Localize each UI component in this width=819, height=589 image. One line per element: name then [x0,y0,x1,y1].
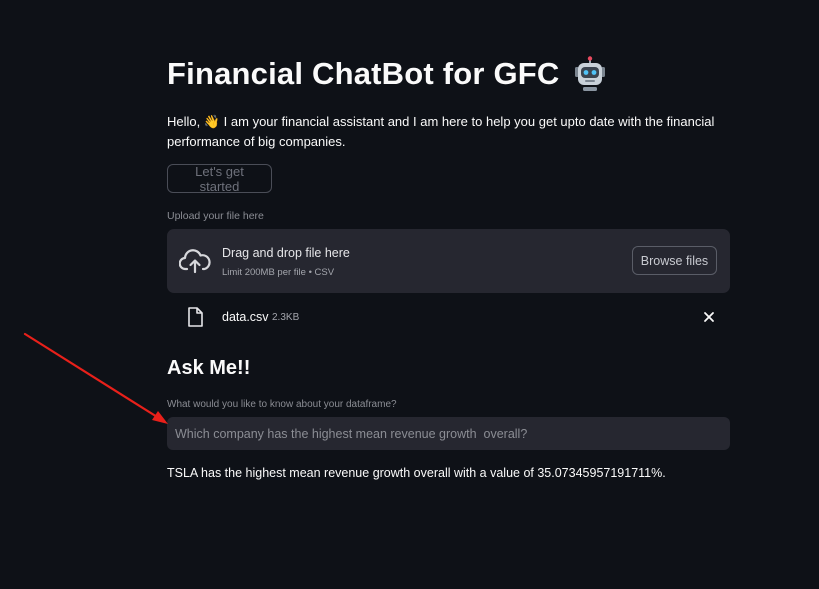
ask-heading: Ask Me!! [167,357,251,379]
page-title-text: Financial ChatBot for GFC [167,56,560,91]
browse-files-button[interactable]: Browse files [632,246,717,275]
dropzone-instructions: Drag and drop file here [222,246,350,260]
question-label: What would you like to know about your d… [167,399,397,410]
dropzone-limit: Limit 200MB per file • CSV [222,267,335,278]
answer-text: TSLA has the highest mean revenue growth… [167,466,666,480]
upload-label: Upload your file here [167,210,264,222]
uploaded-file-name: data.csv [222,310,269,324]
intro-greeting: Hello, [167,114,201,129]
uploaded-file-size: 2.3KB [272,312,300,323]
file-dropzone[interactable]: Drag and drop file here Limit 200MB per … [167,229,730,293]
file-icon [187,307,203,327]
annotation-arrow-head [152,411,168,424]
page-title: Financial ChatBot for GFC [167,56,608,92]
robot-icon [572,56,608,92]
get-started-button[interactable]: Let's get started [167,164,272,194]
uploaded-file-row: data.csv 2.3KB [167,305,730,331]
intro-body: I am your financial assistant and I am h… [167,114,715,149]
cloud-upload-icon [178,247,211,275]
close-icon[interactable] [702,310,716,324]
app-page: Financial ChatBot for GFC Hello, 👋 I am … [0,0,819,589]
intro-text: Hello, 👋 I am your financial assistant a… [167,112,730,152]
question-input[interactable] [167,417,730,450]
waving-hand-icon: 👋 [203,114,221,129]
annotation-arrow-line [23,332,164,422]
